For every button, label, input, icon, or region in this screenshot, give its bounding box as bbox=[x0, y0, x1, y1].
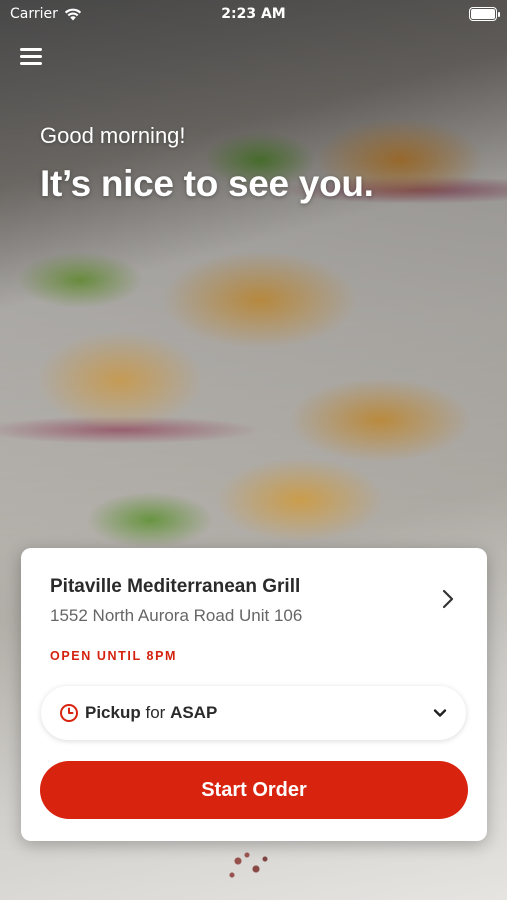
order-type-selector[interactable]: Pickup for ASAP bbox=[41, 686, 466, 740]
clock-icon bbox=[60, 704, 78, 722]
store-name[interactable]: Pitaville Mediterranean Grill bbox=[50, 576, 300, 598]
greeting-text: Good morning! bbox=[40, 123, 186, 148]
order-time: ASAP bbox=[170, 703, 218, 722]
welcome-headline: It’s nice to see you. bbox=[40, 163, 374, 204]
order-mode: Pickup bbox=[85, 703, 141, 722]
carrier-label: Carrier bbox=[10, 6, 58, 22]
order-type-label: Pickup for ASAP bbox=[85, 703, 217, 723]
order-connector: for bbox=[145, 703, 166, 722]
status-time: 2:23 AM bbox=[221, 6, 286, 22]
store-address: 1552 North Aurora Road Unit 106 bbox=[50, 606, 303, 625]
open-status-label: OPEN UNTIL 8PM bbox=[50, 649, 178, 663]
status-bar: Carrier 2:23 AM bbox=[0, 0, 507, 28]
menu-icon[interactable] bbox=[20, 48, 42, 66]
store-card: Pitaville Mediterranean Grill 1552 North… bbox=[21, 548, 487, 841]
start-order-button[interactable]: Start Order bbox=[40, 761, 468, 819]
battery-icon bbox=[469, 7, 500, 21]
chevron-right-icon[interactable] bbox=[437, 588, 459, 610]
spice-garnish bbox=[220, 845, 280, 885]
chevron-down-icon bbox=[433, 709, 447, 717]
wifi-icon bbox=[64, 8, 81, 20]
